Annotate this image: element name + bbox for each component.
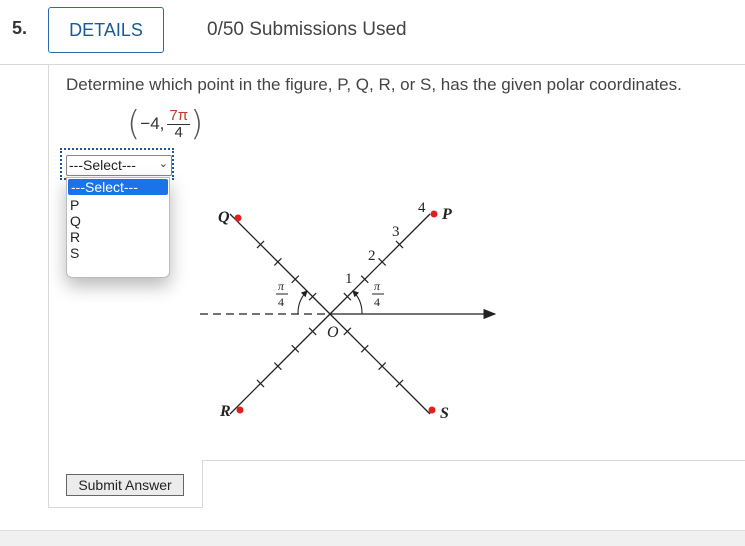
option-r[interactable]: R <box>67 229 169 245</box>
tick-label-1: 1 <box>345 271 353 287</box>
diagonal-line-ne <box>329 213 431 315</box>
left-paren: ( <box>127 104 141 144</box>
question-prompt: Determine which point in the figure, P, … <box>66 75 682 94</box>
angle-numerator: 7π <box>167 106 191 125</box>
option-p[interactable]: P <box>67 197 169 213</box>
point-r-label: R <box>219 403 231 420</box>
details-button[interactable]: DETAILS <box>48 7 164 53</box>
answer-select[interactable]: ---Select--- ⌄ <box>66 155 172 176</box>
coord-angle: 7π 4 <box>167 106 191 141</box>
option-s[interactable]: S <box>67 245 169 261</box>
origin-label: O <box>327 324 339 341</box>
angle-label-right-den: 4 <box>374 295 380 309</box>
diagonal-line-sw <box>229 313 331 415</box>
select-value: ---Select--- <box>69 157 136 173</box>
select-dropdown: ---Select--- P Q R S <box>66 177 170 278</box>
footer-bar <box>0 530 745 546</box>
submit-answer-button[interactable]: Submit Answer <box>66 474 184 496</box>
tick-label-3: 3 <box>392 224 400 240</box>
point-s-label: S <box>440 405 449 422</box>
question-number: 5. <box>12 18 28 38</box>
polar-coordinates: ( −4, 7π 4 ) <box>127 104 203 144</box>
angle-denominator: 4 <box>174 123 183 141</box>
point-r-marker <box>236 406 244 414</box>
angle-arc-right <box>352 290 363 315</box>
coord-r: −4, <box>140 114 165 133</box>
angle-label-left-num: π <box>278 279 285 293</box>
point-p-label: P <box>441 206 452 223</box>
polar-figure: P Q R S O 1 2 3 4 π 4 π 4 <box>200 200 497 422</box>
point-p-marker <box>430 210 438 218</box>
tick-label-2: 2 <box>368 248 376 264</box>
chevron-down-icon: ⌄ <box>158 158 168 170</box>
point-q-label: Q <box>218 209 230 226</box>
divider <box>202 460 745 461</box>
option-select[interactable]: ---Select--- <box>68 179 168 195</box>
diagonal-line-se <box>329 313 431 415</box>
angle-label-left-den: 4 <box>278 295 284 309</box>
tick-label-4: 4 <box>418 200 426 216</box>
point-s-marker <box>428 406 436 414</box>
right-paren: ) <box>190 104 204 144</box>
angle-label-right-num: π <box>374 279 381 293</box>
option-q[interactable]: Q <box>67 213 169 229</box>
submissions-count: 0/50 Submissions Used <box>207 19 407 40</box>
point-q-marker <box>234 214 242 222</box>
angle-arc-left <box>297 290 308 315</box>
